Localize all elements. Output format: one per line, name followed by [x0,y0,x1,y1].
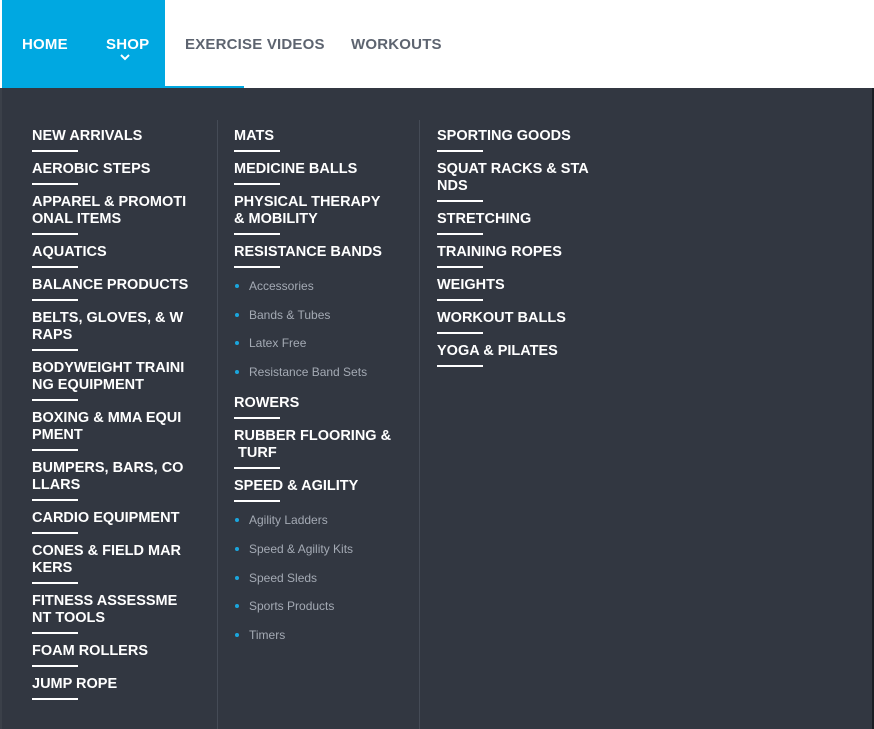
category-underline [32,266,78,268]
subcategory-label: Accessories [249,279,314,293]
bullet-icon [235,546,239,551]
category-underline [32,449,78,451]
bullet-icon [235,369,239,374]
category-stretching[interactable]: STRETCHING [437,211,589,228]
top-navigation-bar: HOME SHOP EXERCISE VIDEOS WORKOUTS [0,0,874,88]
subcategory-resistance-band-sets[interactable]: Resistance Band Sets [234,365,391,379]
category-underline [32,632,78,634]
category-resistance-bands[interactable]: RESISTANCE BANDS [234,244,391,261]
subcategory-speed-sleds[interactable]: Speed Sleds [234,571,391,585]
category-underline [32,582,78,584]
category-underline [234,266,280,268]
category-underline [437,365,483,367]
bullet-icon [235,632,239,637]
subcategory-label: Speed & Agility Kits [249,541,354,556]
category-underline [32,665,78,667]
category-underline [32,233,78,235]
category-weights[interactable]: WEIGHTS [437,277,589,294]
category-belts-gloves-w-raps[interactable]: BELTS, GLOVES, & W RAPS [32,310,188,344]
category-underline [32,399,78,401]
bullet-icon [235,518,239,523]
category-underline [437,266,483,268]
category-underline [32,349,78,351]
menu-column-1: NEW ARRIVALS AEROBIC STEPS APPAREL & PROMO… [32,128,188,709]
subcategory-speed-agility-kits[interactable]: Speed & Agility Kits [234,542,391,556]
bullet-icon [235,575,239,580]
category-sporting-goods[interactable]: SPORTING GOODS [437,128,589,145]
category-underline [32,532,78,534]
category-new-arrivals[interactable]: NEW ARRIVALS [32,128,188,145]
nav-shop[interactable]: SHOP [106,36,149,53]
category-underline [32,499,78,501]
column-divider [419,120,420,729]
column-divider [217,120,218,729]
category-training-ropes[interactable]: TRAINING ROPES [437,244,589,261]
category-underline [234,183,280,185]
subcategory-bands-tubes[interactable]: Bands & Tubes [234,308,391,322]
category-underline [234,467,280,470]
bullet-icon [235,312,239,317]
subcategory-label: Timers [249,627,286,642]
subcategory-accessories[interactable]: Accessories [234,279,391,293]
category-underline [234,500,280,503]
category-squat-racks-sta-nds[interactable]: SQUAT RACKS & STA NDS [437,161,589,195]
category-underline [234,417,280,420]
category-boxing-mma-equi-pment[interactable]: BOXING & MMA EQUI PMENT [32,410,188,444]
category-speed-agility[interactable]: SPEED & AGILITY [234,478,391,495]
bullet-icon [235,341,239,346]
category-cones-field-mar-kers[interactable]: CONES & FIELD MAR KERS [32,543,188,577]
subcategory-timers[interactable]: Timers [234,628,391,642]
bullet-icon [235,284,239,288]
category-cardio-equipment[interactable]: CARDIO EQUIPMENT [32,510,188,527]
subcategory-label: Resistance Band Sets [249,364,368,379]
category-balance-products[interactable]: BALANCE PRODUCTS [32,277,188,294]
category-underline [32,698,78,700]
nav-exercise-videos[interactable]: EXERCISE VIDEOS [185,36,325,53]
category-bodyweight-traini-ng-equipment[interactable]: BODYWEIGHT TRAINI NG EQUIPMENT [32,360,188,394]
subcategory-label: Latex Free [249,336,307,351]
category-underline [437,200,483,202]
nav-workouts[interactable]: WORKOUTS [351,36,442,53]
category-underline [437,332,483,334]
category-underline [32,150,78,152]
category-underline [234,233,280,235]
category-underline [437,299,483,301]
category-foam-rollers[interactable]: FOAM ROLLERS [32,643,188,660]
category-mats[interactable]: MATS [234,128,391,145]
category-aerobic-steps[interactable]: AEROBIC STEPS [32,161,188,178]
subcategory-agility-ladders[interactable]: Agility Ladders [234,513,391,527]
nav-home[interactable]: HOME [22,36,68,53]
category-rowers[interactable]: ROWERS [234,395,391,412]
category-underline [437,233,483,235]
category-workout-balls[interactable]: WORKOUT BALLS [437,310,589,327]
category-underline [437,150,483,152]
menu-column-2: MATS MEDICINE BALLS PHYSICAL THERAPY & MOB… [234,128,391,658]
category-apparel-promoti-onal-items[interactable]: APPAREL & PROMOTI ONAL ITEMS [32,194,188,228]
category-bumpers-bars-co-llars[interactable]: BUMPERS, BARS, CO LLARS [32,460,188,494]
subcategory-list: Accessories Bands & Tubes Latex Free Resist… [234,277,391,395]
chevron-down-icon [120,54,130,61]
category-yoga-pilates[interactable]: YOGA & PILATES [437,343,589,360]
category-jump-rope[interactable]: JUMP ROPE [32,676,188,693]
category-underline [32,183,78,185]
category-underline [234,150,280,152]
category-physical-therapy-mobility[interactable]: PHYSICAL THERAPY & MOBILITY [234,194,391,228]
subcategory-label: Speed Sleds [249,570,318,585]
bullet-icon [235,604,239,609]
subcategory-latex-free[interactable]: Latex Free [234,336,391,350]
category-rubber-flooring-turf[interactable]: RUBBER FLOORING & TURF [234,428,391,462]
menu-column-3: SPORTING GOODS SQUAT RACKS & STA NDS STRET… [437,128,589,376]
category-medicine-balls[interactable]: MEDICINE BALLS [234,161,391,178]
category-aquatics[interactable]: AQUATICS [32,244,188,261]
category-underline [32,299,78,301]
subcategory-list: Agility Ladders Speed & Agility Kits Speed… [234,511,391,658]
subcategory-label: Sports Products [249,599,335,614]
subcategory-label: Bands & Tubes [249,307,331,322]
subcategory-label: Agility Ladders [249,513,328,528]
subcategory-sports-products[interactable]: Sports Products [234,599,391,613]
category-fitness-assessme-nt-tools[interactable]: FITNESS ASSESSME NT TOOLS [32,593,188,627]
